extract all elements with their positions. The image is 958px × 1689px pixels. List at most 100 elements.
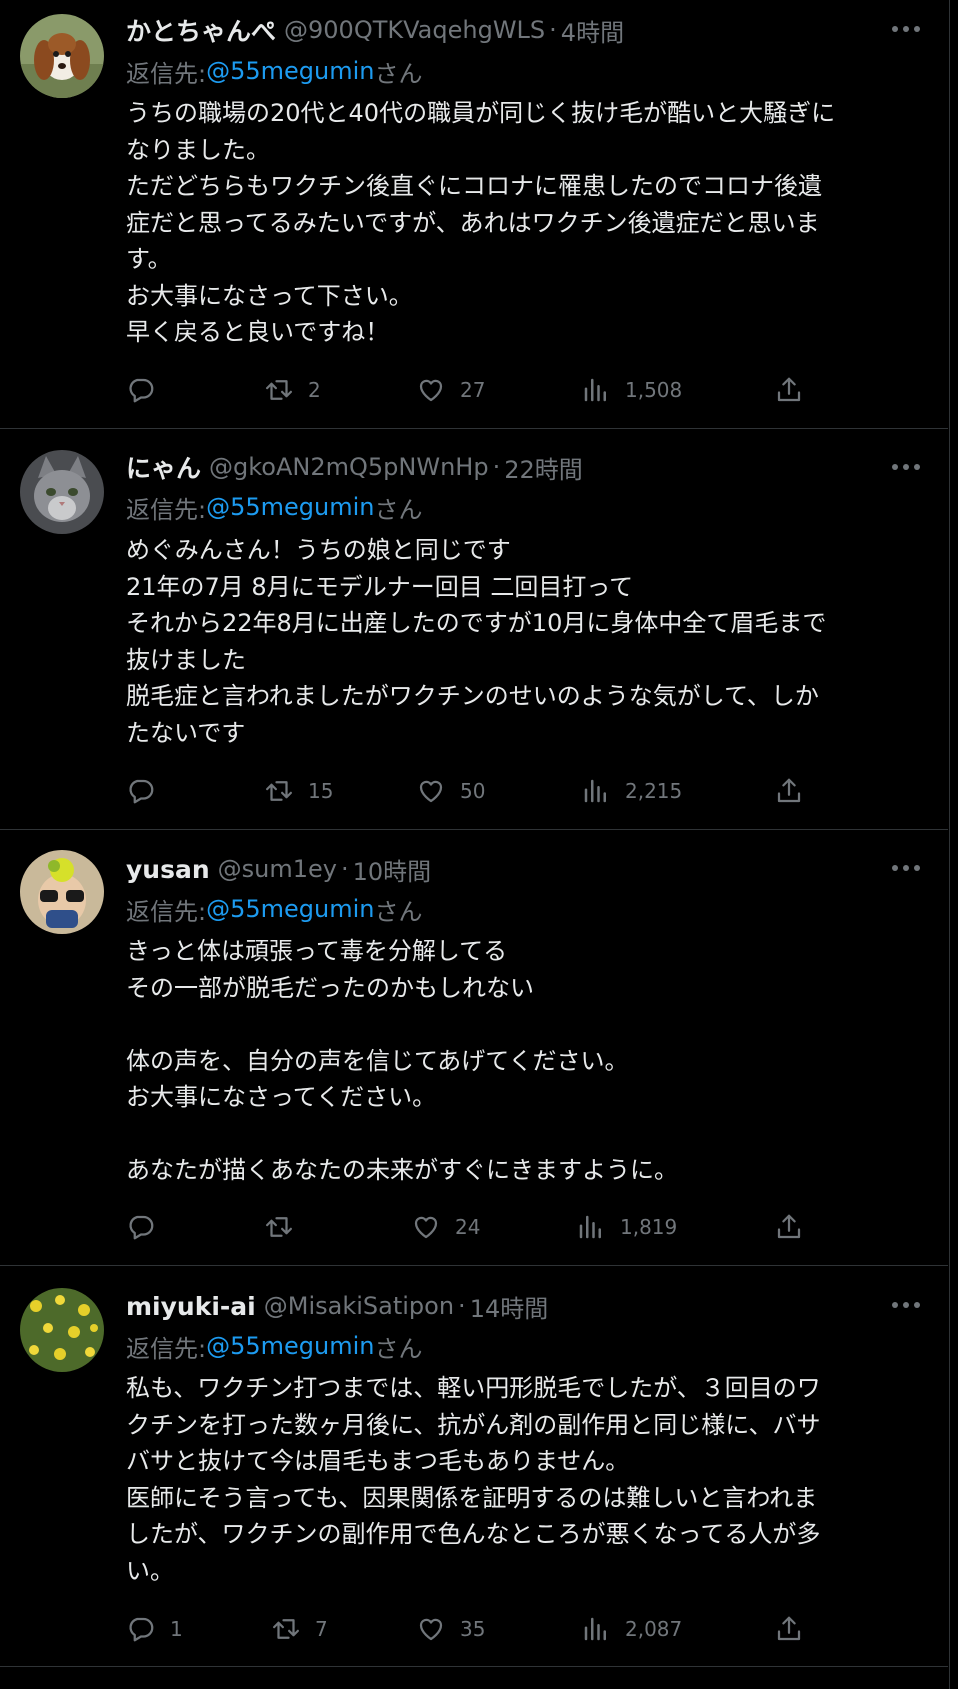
avatar[interactable] [20, 850, 104, 934]
retweet-icon [266, 380, 292, 400]
reply-prefix: 返信先: [126, 897, 207, 926]
reply-prefix: 返信先: [126, 495, 207, 524]
user-handle[interactable]: @900QTKVaqehgWLS [284, 16, 545, 44]
display-name[interactable]: miyuki-ai [126, 1292, 256, 1321]
action-bar: 2 27 1,508 [126, 370, 826, 410]
action-bar: 24 1,819 [126, 1207, 826, 1247]
reply-suffix: さん [374, 495, 423, 524]
retweet-count: 2 [308, 378, 321, 402]
text-line: 脱毛症と言われましたがワクチンのせいのような気がして、しか [126, 682, 819, 710]
reply-button[interactable] [126, 771, 170, 811]
display-name[interactable]: にゃん [126, 449, 201, 485]
more-options-button[interactable] [888, 14, 924, 44]
like-button[interactable]: 35 [416, 1609, 485, 1649]
text-line: 医師にそう言っても、因果関係を証明するのは難しいと言われま [126, 1483, 818, 1512]
reply-mention-link[interactable]: @55megumin [206, 895, 374, 923]
text-line: 抜けました [126, 645, 246, 674]
display-name[interactable]: かとちゃんぺ [126, 12, 276, 48]
timestamp[interactable]: 14時間 [470, 1289, 549, 1324]
views-button[interactable]: 1,819 [576, 1207, 677, 1247]
reply-to: 返信先: @55megumin さん [126, 54, 422, 88]
text-line: きっと体は頑張って毒を分解してる [126, 937, 508, 965]
text-line [126, 1006, 926, 1043]
column-border [949, 0, 950, 1689]
more-icon [892, 865, 920, 871]
views-icon [579, 1215, 601, 1239]
separator: · [458, 1292, 466, 1320]
text-line: クチンを打った数ヶ月後に、抗がん剤の副作用と同じ様に、バサ [126, 1410, 821, 1439]
avatar[interactable] [20, 450, 104, 534]
reply-prefix: 返信先: [126, 1334, 207, 1363]
text-line: 体の声を、自分の声を信じてあげてください。 [126, 1046, 629, 1075]
timestamp[interactable]: 4時間 [561, 13, 624, 48]
tweet[interactable]: かとちゃんぺ @900QTKVaqehgWLS · 4時間 返信先: @55me… [0, 0, 948, 429]
text-line: お大事になさって下さい。 [126, 281, 413, 310]
reply-suffix: さん [374, 1334, 423, 1363]
reply-icon [129, 1617, 154, 1642]
retweet-count: 15 [308, 779, 334, 803]
text-line: その一部が脱毛だったのかもしれない [126, 973, 534, 1002]
avatar[interactable] [20, 14, 104, 98]
reply-count: 1 [170, 1617, 183, 1641]
reply-icon [129, 378, 154, 403]
reply-icon [129, 779, 154, 804]
retweet-icon [266, 1217, 292, 1237]
like-button[interactable]: 50 [416, 771, 485, 811]
tweet-text: きっと体は頑張って毒を分解してる その一部が脱毛だったのかもしれない 体の声を、… [126, 933, 926, 1189]
cat-avatar-icon [20, 450, 104, 534]
more-options-button[interactable] [888, 853, 924, 883]
tweet-text: めぐみんさん！うちの娘と同じです 21年の7月 8月にモデルナー回目 二回目打っ… [126, 532, 926, 751]
text-line: い。 [126, 1556, 174, 1585]
views-button[interactable]: 2,087 [581, 1609, 682, 1649]
share-icon [777, 778, 801, 803]
action-bar: 15 50 2,215 [126, 771, 826, 811]
share-button[interactable] [774, 1609, 804, 1649]
like-count: 35 [460, 1617, 486, 1641]
like-button[interactable]: 24 [411, 1207, 480, 1247]
child-avatar-icon [20, 850, 104, 934]
reply-to: 返信先: @55megumin さん [126, 490, 422, 524]
retweet-button[interactable] [264, 1207, 308, 1247]
timestamp[interactable]: 10時間 [353, 852, 432, 887]
user-handle[interactable]: @gkoAN2mQ5pNWnHp [209, 453, 489, 481]
user-handle[interactable]: @MisakiSatipon [264, 1292, 454, 1320]
views-button[interactable]: 1,508 [581, 370, 682, 410]
reply-button[interactable] [126, 370, 170, 410]
tweet[interactable]: miyuki-ai @MisakiSatipon · 14時間 返信先: @55… [0, 1266, 948, 1667]
share-icon [777, 1616, 801, 1641]
text-line: なりました。 [126, 135, 270, 164]
retweet-button[interactable]: 7 [271, 1609, 328, 1649]
avatar[interactable] [20, 1288, 104, 1372]
reply-mention-link[interactable]: @55megumin [206, 1332, 374, 1360]
retweet-count: 7 [315, 1617, 328, 1641]
views-button[interactable]: 2,215 [581, 771, 682, 811]
share-icon [777, 377, 801, 402]
text-line: たないです [126, 718, 246, 747]
dog-avatar-icon [20, 14, 104, 98]
like-button[interactable]: 27 [416, 370, 485, 410]
text-line: それから22年8月に出産したのですが10月に身体中全て眉毛まで [126, 609, 827, 637]
separator: · [492, 453, 501, 481]
reply-button[interactable]: 1 [126, 1609, 183, 1649]
text-line: あなたが描くあなたの未来がすぐにきますように。 [126, 1156, 678, 1184]
retweet-button[interactable]: 2 [264, 370, 321, 410]
share-button[interactable] [774, 1207, 804, 1247]
share-button[interactable] [774, 370, 804, 410]
more-options-button[interactable] [888, 452, 924, 482]
retweet-button[interactable]: 15 [264, 771, 333, 811]
share-button[interactable] [774, 771, 804, 811]
timestamp[interactable]: 22時間 [504, 450, 583, 485]
display-name[interactable]: yusan [126, 855, 210, 884]
reply-mention-link[interactable]: @55megumin [206, 493, 374, 521]
tweet[interactable]: にゃん @gkoAN2mQ5pNWnHp · 22時間 返信先: @55megu… [0, 429, 948, 830]
tweet[interactable]: yusan @sum1ey · 10時間 返信先: @55megumin さん … [0, 830, 948, 1266]
reply-to: 返信先: @55megumin さん [126, 1329, 422, 1363]
user-handle[interactable]: @sum1ey [218, 855, 337, 883]
text-line: バサと抜けて今は眉毛もまつ毛もありません。 [126, 1447, 630, 1475]
flowers-avatar-icon [20, 1288, 104, 1372]
view-count: 1,819 [620, 1215, 678, 1239]
text-line: 21年の7月 8月にモデルナー回目 二回目打って [126, 572, 634, 601]
more-options-button[interactable] [888, 1290, 924, 1320]
reply-mention-link[interactable]: @55megumin [206, 57, 374, 85]
reply-button[interactable] [126, 1207, 170, 1247]
